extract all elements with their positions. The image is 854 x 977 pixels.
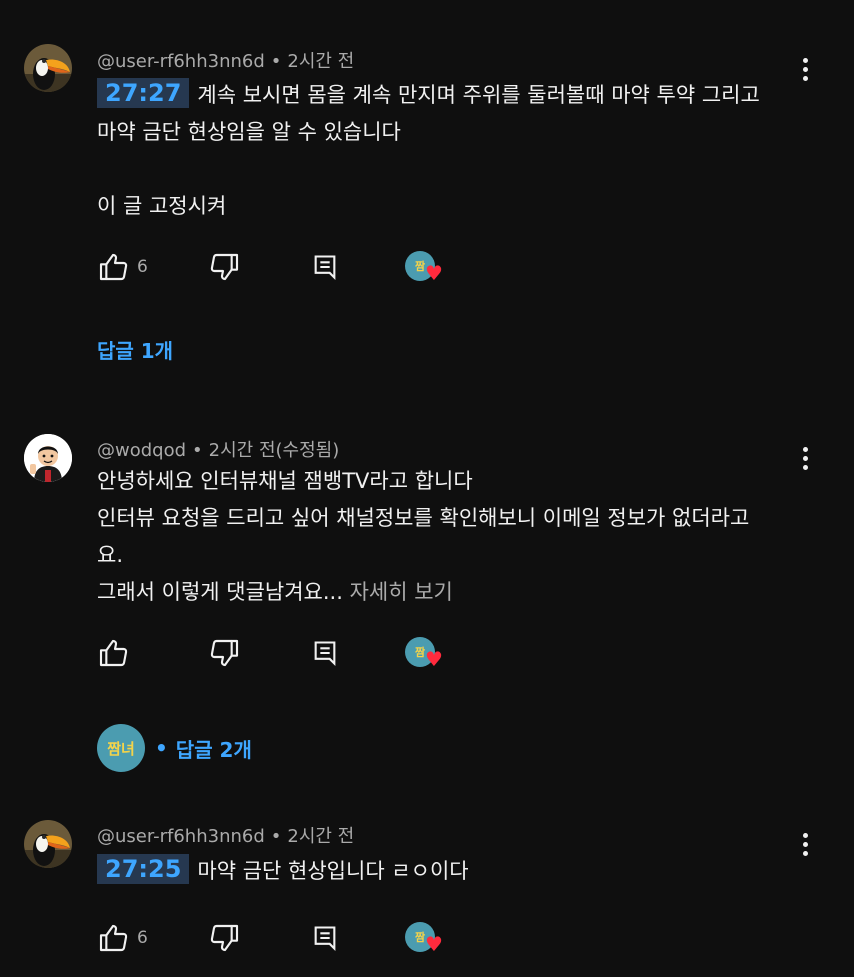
meta-separator: • <box>270 826 282 847</box>
thumbs-down-icon <box>210 924 239 952</box>
author-handle[interactable]: @user-rf6hh3nn6d <box>97 826 265 847</box>
like-button[interactable]: 6 <box>97 920 148 956</box>
comment-actions: 6 짬 ♥ <box>97 920 497 956</box>
comment-time[interactable]: 2시간 전 <box>287 826 354 847</box>
like-count: 6 <box>137 928 148 948</box>
comment-meta: @user-rf6hh3nn6d • 2시간 전 <box>97 822 354 848</box>
heart-icon: ♥ <box>425 932 443 956</box>
comment-thread: @user-rf6hh3nn6d • 2시간 전 27:25 마약 금단 현상입니다 … <box>0 0 854 977</box>
timestamp-link[interactable]: 27:25 <box>97 854 190 884</box>
creator-heart-badge: 짬 ♥ <box>405 920 445 956</box>
comment-line: 마약 금단 현상입니다 ㄹㅇ이다 <box>197 859 469 883</box>
comment-body: 27:25 마약 금단 현상입니다 ㄹㅇ이다 <box>97 853 807 890</box>
toucan-avatar-icon[interactable] <box>24 820 72 868</box>
dislike-button[interactable] <box>209 920 241 956</box>
thumbs-up-icon <box>99 924 128 952</box>
reply-button[interactable] <box>311 920 339 956</box>
reply-comment-icon <box>314 926 336 952</box>
